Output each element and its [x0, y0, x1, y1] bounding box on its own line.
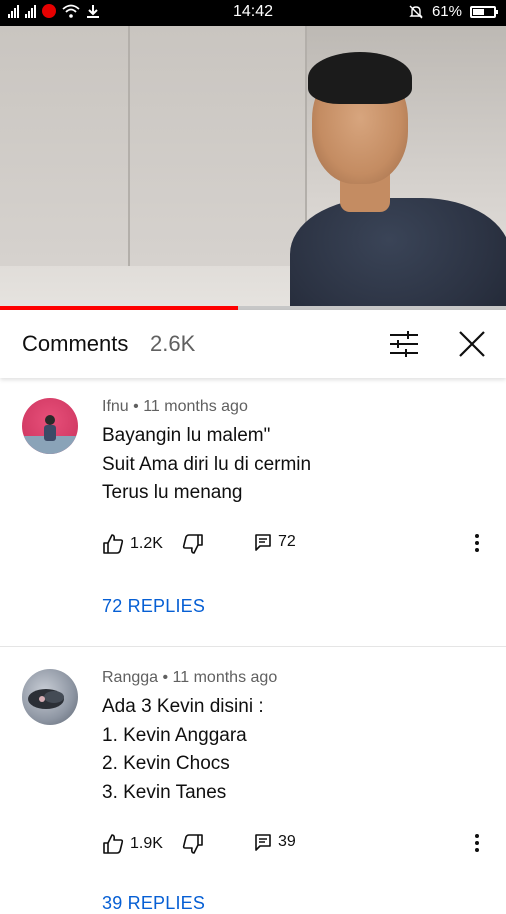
comments-header: Comments 2.6K: [0, 310, 506, 378]
comment-meta: Ifnu • 11 months ago: [102, 398, 248, 416]
close-icon[interactable]: [456, 328, 488, 360]
battery-percent: 61%: [431, 3, 462, 20]
like-count: 1.2K: [130, 535, 163, 552]
meta-separator: •: [133, 398, 144, 415]
view-replies-link[interactable]: 39 REPLIES: [102, 893, 205, 914]
comments-title: Comments: [22, 331, 129, 356]
comment-actions: 1.9K 39: [102, 833, 492, 859]
mute-icon: [408, 4, 424, 20]
view-replies-link[interactable]: 72 REPLIES: [102, 596, 205, 617]
reply-button[interactable]: 39: [254, 833, 296, 851]
dislike-button[interactable]: [182, 533, 204, 555]
dislike-icon: [182, 533, 204, 555]
video-person-hair: [308, 52, 412, 104]
filter-icon[interactable]: [388, 330, 420, 358]
wall-panel: [130, 26, 307, 266]
wall-panel: [0, 26, 130, 266]
like-button[interactable]: 1.2K: [102, 533, 163, 555]
battery-icon: [470, 5, 498, 18]
comment-meta: Rangga • 11 months ago: [102, 669, 277, 687]
like-icon: [102, 533, 124, 555]
reply-count: 39: [278, 833, 296, 850]
comment-text-line: Bayangin lu malem": [102, 425, 271, 446]
comment-item: Ifnu • 11 months ago Bayangin lu malem" …: [0, 378, 506, 646]
comment-item: Rangga • 11 months ago Ada 3 Kevin disin…: [0, 647, 506, 913]
like-count: 1.9K: [130, 835, 163, 852]
like-button[interactable]: 1.9K: [102, 833, 163, 855]
comment-actions: 1.2K 72: [102, 533, 492, 559]
reply-button[interactable]: 72: [254, 533, 296, 551]
more-icon[interactable]: [474, 533, 480, 553]
dislike-button[interactable]: [182, 833, 204, 855]
comment-text-line: Ada 3 Kevin disini :: [102, 696, 264, 717]
comment-text-line: 1. Kevin Anggara: [102, 725, 247, 746]
comment-author[interactable]: Ifnu: [102, 398, 129, 415]
video-player[interactable]: [0, 26, 506, 308]
meta-separator: •: [162, 669, 173, 686]
comment-text-line: Terus lu menang: [102, 482, 243, 503]
dislike-icon: [182, 833, 204, 855]
comment-author[interactable]: Rangga: [102, 669, 158, 686]
comment-text-line: Suit Ama diri lu di cermin: [102, 454, 312, 475]
comments-count: 2.6K: [150, 331, 196, 356]
avatar[interactable]: [22, 398, 78, 454]
reply-icon: [254, 533, 272, 551]
status-bar: 14:42 61%: [0, 0, 506, 26]
like-icon: [102, 833, 124, 855]
battery-fill: [473, 8, 485, 15]
comment-time: 11 months ago: [172, 669, 278, 686]
reply-count: 72: [278, 533, 296, 550]
comment-time: 11 months ago: [143, 398, 248, 415]
reply-icon: [254, 833, 272, 851]
comment-text-line: 3. Kevin Tanes: [102, 782, 227, 803]
more-icon[interactable]: [474, 833, 480, 853]
comment-text-line: 2. Kevin Chocs: [102, 753, 230, 774]
video-person: [290, 198, 506, 308]
avatar[interactable]: [22, 669, 78, 725]
